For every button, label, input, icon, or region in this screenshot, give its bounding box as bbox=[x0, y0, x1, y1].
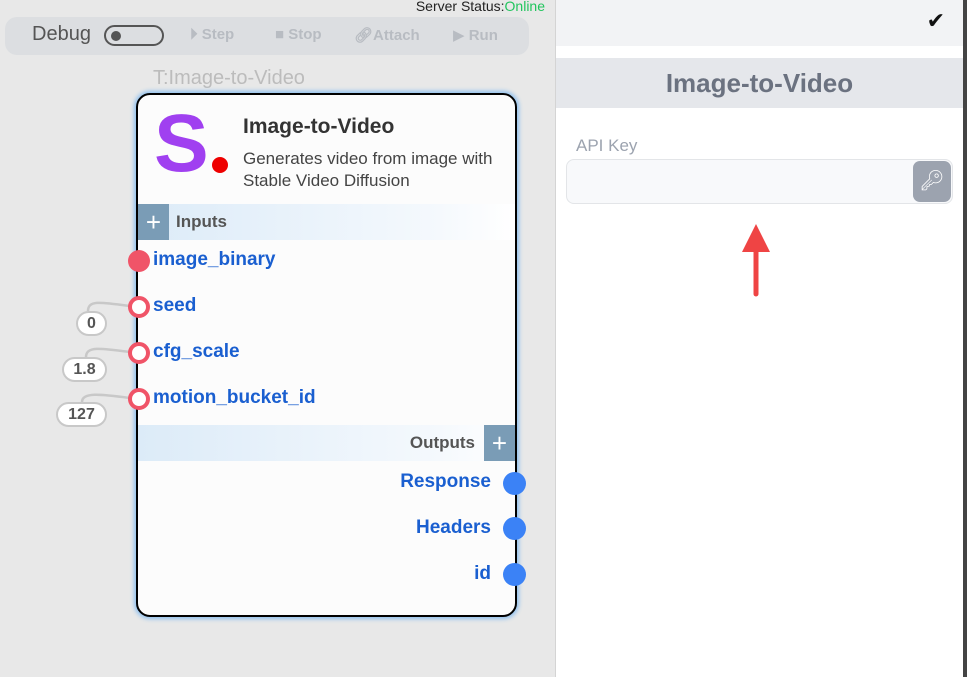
flow-canvas[interactable]: Server Status:Online Debug ⏵ Step ■ Stop… bbox=[0, 0, 556, 677]
run-button[interactable]: ▶ Run bbox=[453, 26, 498, 44]
status-value: Online bbox=[504, 0, 545, 14]
node-title: Image-to-Video bbox=[243, 115, 395, 138]
status-label: Server Status: bbox=[415, 0, 505, 14]
inputs-section: + Inputs bbox=[138, 204, 515, 240]
input-image-binary: image_binary bbox=[153, 249, 276, 270]
input-cfg-scale: cfg_scale bbox=[153, 341, 240, 362]
id-port[interactable] bbox=[503, 563, 526, 586]
link-icon: 🔗︎ bbox=[354, 27, 374, 44]
add-output-button[interactable]: + bbox=[484, 425, 515, 461]
response-port[interactable] bbox=[503, 472, 526, 495]
stop-label: Stop bbox=[288, 26, 322, 43]
node-tag: T:Image-to-Video bbox=[153, 67, 305, 89]
seed-value[interactable]: 0 bbox=[76, 311, 107, 336]
input-motion-bucket-id: motion_bucket_id bbox=[153, 387, 316, 408]
check-icon[interactable]: ✔ bbox=[927, 8, 945, 34]
inputs-label: Inputs bbox=[176, 212, 227, 231]
add-input-button[interactable]: + bbox=[138, 204, 169, 240]
panel-title-band: Image-to-Video bbox=[556, 58, 963, 108]
step-icon: ⏵ bbox=[190, 26, 198, 43]
key-icon: 🔑︎ bbox=[919, 170, 945, 192]
motion-bucket-value[interactable]: 127 bbox=[56, 402, 107, 427]
api-key-input[interactable]: 🔑︎ bbox=[566, 159, 953, 204]
output-id: id bbox=[474, 563, 491, 584]
panel-header: ✔ bbox=[556, 0, 963, 46]
logo: S bbox=[154, 98, 209, 189]
panel-title: Image-to-Video bbox=[665, 68, 854, 98]
motion-bucket-id-port[interactable] bbox=[128, 388, 150, 410]
headers-port[interactable] bbox=[503, 517, 526, 540]
image-binary-port[interactable] bbox=[128, 250, 150, 272]
window-edge bbox=[963, 0, 967, 677]
cfg-scale-value[interactable]: 1.8 bbox=[62, 357, 107, 382]
red-arrow-annotation bbox=[742, 224, 770, 297]
image-to-video-node[interactable]: S Image-to-Video Generates video from im… bbox=[136, 93, 517, 617]
properties-panel: ✔ Image-to-Video API Key 🔑︎ bbox=[556, 0, 967, 677]
outputs-section: Outputs + bbox=[138, 425, 515, 461]
server-status: Server Status:Online bbox=[416, 0, 545, 14]
motion-connector bbox=[80, 393, 131, 403]
seed-port[interactable] bbox=[128, 296, 150, 318]
seed-connector bbox=[86, 301, 131, 312]
value-connectors bbox=[80, 301, 131, 403]
input-seed: seed bbox=[153, 295, 197, 316]
stop-icon: ■ bbox=[275, 26, 285, 43]
cfg-connector bbox=[84, 347, 131, 358]
cfg-scale-port[interactable] bbox=[128, 342, 150, 364]
outputs-label: Outputs bbox=[409, 433, 475, 452]
api-key-label: API Key bbox=[576, 136, 638, 155]
stop-button[interactable]: ■ Stop bbox=[275, 26, 322, 43]
attach-label: Attach bbox=[373, 27, 420, 44]
step-label: Step bbox=[201, 26, 235, 43]
attach-button[interactable]: 🔗︎Attach bbox=[354, 26, 420, 44]
run-label: Run bbox=[468, 27, 498, 44]
play-icon: ▶ bbox=[453, 27, 465, 44]
step-button[interactable]: ⏵ Step bbox=[190, 26, 234, 43]
key-button[interactable]: 🔑︎ bbox=[913, 161, 951, 202]
node-description: Generates video from image with Stable V… bbox=[243, 149, 493, 190]
logo-dot bbox=[212, 157, 228, 173]
output-headers: Headers bbox=[416, 517, 491, 538]
output-response: Response bbox=[400, 471, 491, 492]
